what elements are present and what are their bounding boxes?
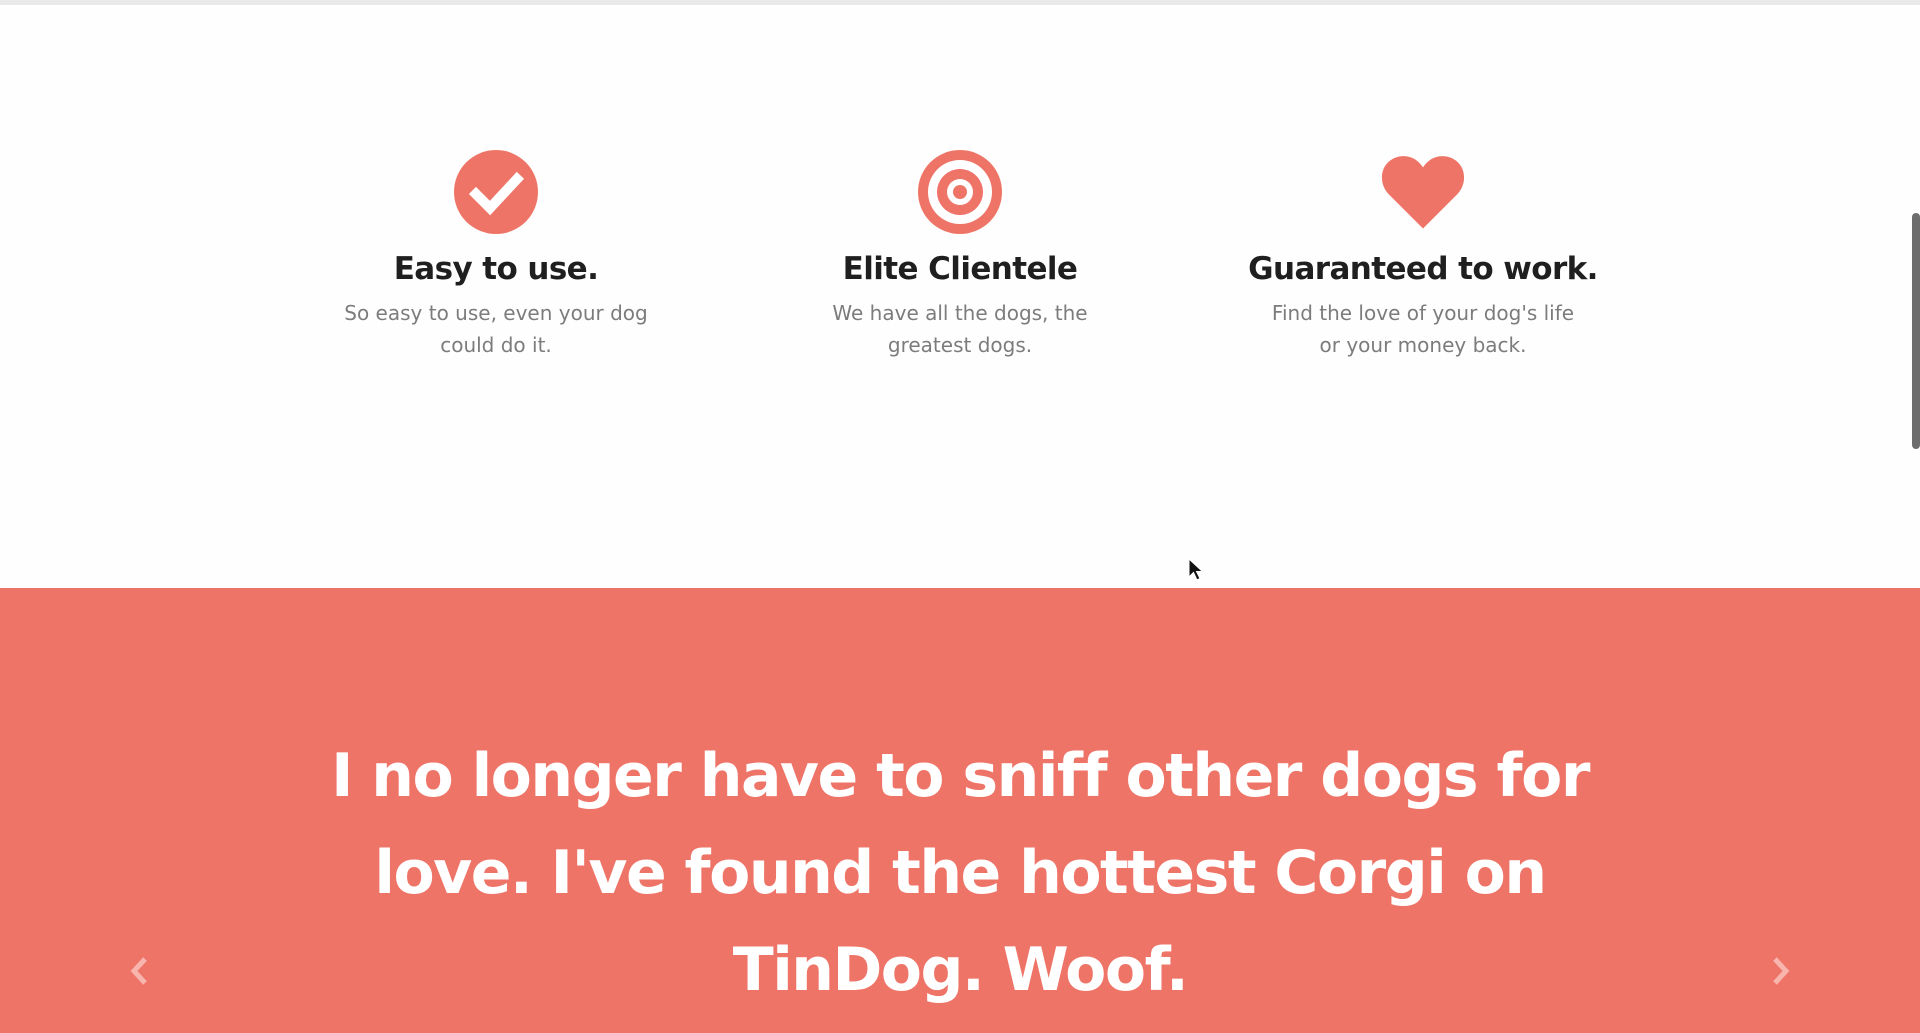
feature-description: Find the love of your dog's life or your… — [1271, 301, 1575, 357]
feature-title: Guaranteed to work. — [1248, 251, 1598, 287]
scrollbar-thumb[interactable] — [1912, 213, 1920, 449]
feature-description: So easy to use, even your dog could do i… — [344, 301, 648, 357]
chevron-left-icon — [128, 956, 152, 990]
feature-elite-clientele: Elite Clientele We have all the dogs, th… — [740, 150, 1180, 361]
bullseye-icon — [918, 150, 1002, 234]
feature-title: Elite Clientele — [842, 251, 1078, 287]
feature-description: We have all the dogs, the greatest dogs. — [832, 301, 1088, 357]
chevron-right-icon — [1768, 956, 1792, 990]
testimonial-quote: I no longer have to sniff other dogs for… — [331, 741, 1590, 1005]
features-section: Easy to use. So easy to use, even your d… — [0, 5, 1920, 588]
mouse-cursor-icon — [1188, 557, 1204, 582]
feature-title: Easy to use. — [393, 251, 599, 287]
page: Easy to use. So easy to use, even your d… — [0, 0, 1920, 1033]
carousel-next-button[interactable] — [1750, 943, 1810, 1003]
feature-easy-to-use: Easy to use. So easy to use, even your d… — [276, 150, 716, 361]
heart-icon — [1381, 150, 1465, 234]
check-circle-icon — [454, 150, 538, 234]
testimonial-section: I no longer have to sniff other dogs for… — [0, 588, 1920, 1033]
feature-guaranteed: Guaranteed to work. Find the love of you… — [1203, 150, 1643, 361]
carousel-prev-button[interactable] — [110, 943, 170, 1003]
